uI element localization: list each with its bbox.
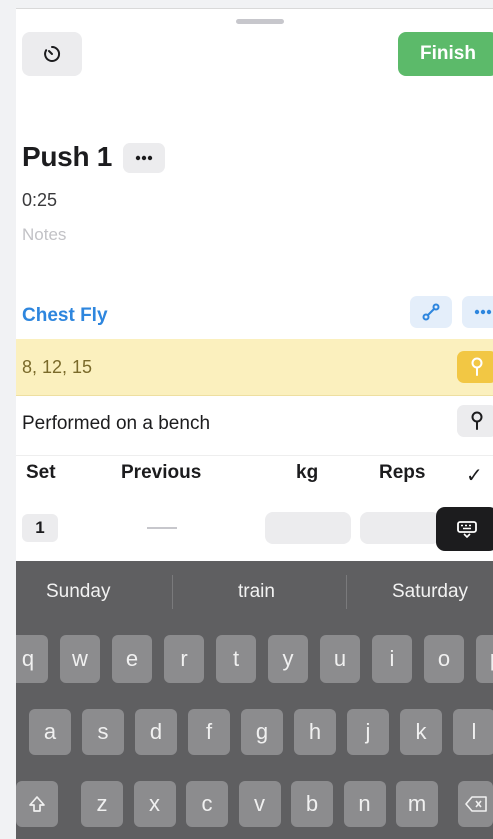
key-q[interactable]: q xyxy=(16,635,48,683)
pin-button[interactable] xyxy=(457,405,493,437)
unpin-button[interactable] xyxy=(457,351,493,383)
sheet-grabber[interactable] xyxy=(236,19,284,24)
key-z[interactable]: z xyxy=(81,781,123,827)
column-header-done: ✓ xyxy=(466,465,483,487)
key-w[interactable]: w xyxy=(60,635,100,683)
suggestion-2[interactable]: train xyxy=(238,581,275,603)
pinned-note-row[interactable]: 8, 12, 15 xyxy=(16,339,493,396)
more-icon xyxy=(135,155,153,161)
reps-input[interactable] xyxy=(360,512,440,544)
key-u[interactable]: u xyxy=(320,635,360,683)
key-l[interactable]: l xyxy=(453,709,493,755)
exercise-note-row[interactable]: Performed on a bench xyxy=(16,399,493,456)
key-j[interactable]: j xyxy=(347,709,389,755)
key-f[interactable]: f xyxy=(188,709,230,755)
column-header-previous: Previous xyxy=(121,462,202,483)
key-y[interactable]: y xyxy=(268,635,308,683)
finish-button[interactable]: Finish xyxy=(398,32,493,76)
column-header-kg: kg xyxy=(296,462,319,483)
suggestion-divider xyxy=(346,575,347,609)
key-k[interactable]: k xyxy=(400,709,442,755)
shift-key[interactable] xyxy=(16,781,58,827)
workout-sheet: Finish Push 1 0:25 Notes Chest Fly 8, 12… xyxy=(16,8,493,839)
exercise-menu-button[interactable] xyxy=(462,296,493,328)
pin-icon xyxy=(471,411,483,430)
key-e[interactable]: e xyxy=(112,635,152,683)
key-o[interactable]: o xyxy=(424,635,464,683)
backspace-icon xyxy=(464,796,487,812)
link-icon xyxy=(422,303,440,321)
shift-icon xyxy=(29,796,45,812)
more-icon xyxy=(474,309,492,315)
weight-input[interactable] xyxy=(265,512,351,544)
pin-icon xyxy=(471,357,483,376)
workout-title[interactable]: Push 1 xyxy=(22,141,112,173)
column-header-reps: Reps xyxy=(379,462,426,483)
key-b[interactable]: b xyxy=(291,781,333,827)
key-x[interactable]: x xyxy=(133,781,176,827)
key-n[interactable]: n xyxy=(343,781,386,827)
elapsed-time: 0:25 xyxy=(22,190,58,210)
key-r[interactable]: r xyxy=(164,635,204,683)
key-h[interactable]: h xyxy=(294,709,336,755)
notes-field[interactable]: Notes xyxy=(22,225,66,245)
keyboard-icon xyxy=(457,521,477,538)
key-s[interactable]: s xyxy=(82,709,124,755)
key-v[interactable]: v xyxy=(238,781,281,827)
superset-button[interactable] xyxy=(410,296,452,328)
key-p[interactable]: p xyxy=(476,635,493,683)
column-header-set: Set xyxy=(26,462,56,483)
previous-value xyxy=(147,527,177,529)
key-i[interactable]: i xyxy=(372,635,412,683)
exercise-note-text: Performed on a bench xyxy=(22,413,211,434)
suggestion-1[interactable]: Sunday xyxy=(46,581,110,603)
keyboard-toggle-button[interactable] xyxy=(436,507,493,551)
key-d[interactable]: d xyxy=(135,709,177,755)
suggestion-3[interactable]: Saturday xyxy=(392,581,468,603)
suggestion-divider xyxy=(172,575,173,609)
exercise-name[interactable]: Chest Fly xyxy=(22,305,108,327)
rest-timer-button[interactable] xyxy=(22,32,82,76)
set-number[interactable]: 1 xyxy=(22,514,58,542)
key-a[interactable]: a xyxy=(29,709,71,755)
timer-icon xyxy=(44,45,61,62)
key-m[interactable]: m xyxy=(396,781,438,827)
key-c[interactable]: c xyxy=(186,781,228,827)
on-screen-keyboard: Sunday train Saturday qwertyuiop asdfghjk… xyxy=(16,561,493,839)
key-g[interactable]: g xyxy=(241,709,283,755)
pinned-note-text: 8, 12, 15 xyxy=(22,357,93,377)
workout-menu-button[interactable] xyxy=(123,143,165,173)
delete-key[interactable] xyxy=(458,781,493,827)
key-t[interactable]: t xyxy=(216,635,256,683)
